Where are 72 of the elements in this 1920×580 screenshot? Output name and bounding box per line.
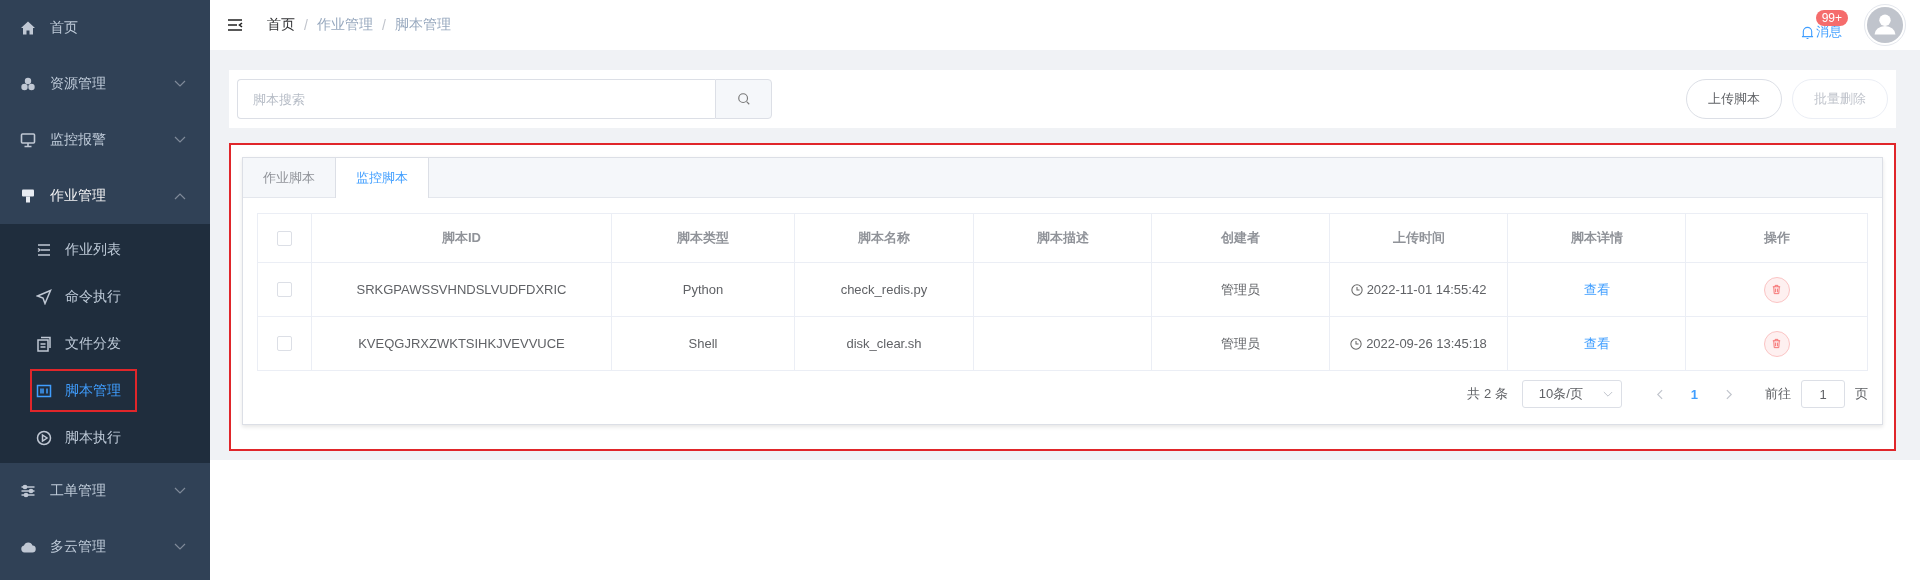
total-count: 共 2 条 bbox=[1467, 385, 1508, 403]
previous-page-icon[interactable] bbox=[1655, 388, 1663, 400]
submenu-item[interactable]: 作业列表 bbox=[30, 228, 137, 271]
search-icon bbox=[736, 92, 751, 106]
table-cell: Python bbox=[682, 282, 724, 297]
page-size-select[interactable]: 10条/页 bbox=[1521, 380, 1622, 408]
checkbox[interactable] bbox=[277, 336, 292, 351]
table-cell: 2022-09-26 13:45:18 bbox=[1366, 336, 1487, 351]
user-avatar[interactable] bbox=[1864, 4, 1906, 46]
search-button[interactable] bbox=[715, 79, 772, 119]
submenu-item[interactable]: 命令执行 bbox=[30, 275, 137, 318]
menu-item[interactable]: 监控报警 bbox=[0, 112, 210, 168]
column-header: 创建者 bbox=[1221, 229, 1260, 247]
upload-button[interactable]: 上传脚本 bbox=[1686, 79, 1782, 119]
checkbox[interactable] bbox=[277, 230, 292, 246]
next-page-icon[interactable] bbox=[1726, 388, 1733, 400]
search-field[interactable]: 脚本搜索 bbox=[237, 79, 715, 119]
trash-icon bbox=[1771, 338, 1782, 349]
table-cell: 2022-11-01 14:55:42 bbox=[1366, 282, 1487, 297]
notification-badge: 99+ bbox=[1815, 10, 1848, 26]
delete-button[interactable] bbox=[1763, 330, 1790, 357]
paint-roller-icon bbox=[20, 188, 36, 204]
submenu-item[interactable]: 文件分发 bbox=[30, 322, 137, 365]
clock-icon bbox=[1350, 283, 1363, 296]
monitor-icon bbox=[20, 132, 36, 148]
table-cell: KVEQGJRXZWKTSIHKJVEVVUCE bbox=[358, 336, 565, 351]
chevron-up-icon bbox=[174, 192, 186, 200]
menu-item[interactable]: 多云管理 bbox=[0, 519, 210, 575]
column-header: 脚本详情 bbox=[1570, 229, 1623, 247]
copy-icon bbox=[36, 335, 52, 352]
goto-label: 前往 bbox=[1765, 385, 1791, 403]
page-input[interactable]: 1 bbox=[1801, 380, 1845, 408]
column-header: 脚本ID bbox=[442, 229, 481, 247]
menu-item[interactable]: 资源管理 bbox=[0, 56, 210, 112]
chevron-down-icon bbox=[174, 543, 186, 551]
submenu-item[interactable]: 脚本执行 bbox=[30, 416, 137, 459]
chevron-down-icon bbox=[174, 80, 186, 88]
trash-icon bbox=[1771, 284, 1782, 295]
clock-icon bbox=[1350, 337, 1363, 350]
breadcrumb-link[interactable]: 首页 bbox=[267, 16, 295, 34]
checkbox[interactable] bbox=[277, 282, 292, 297]
table-cell: SRKGPAWSSVHNDSLVUDFDXRIC bbox=[356, 282, 567, 297]
column-header: 上传时间 bbox=[1392, 229, 1445, 247]
table-cell: disk_clear.sh bbox=[846, 336, 922, 351]
chevron-down-icon bbox=[1602, 390, 1613, 398]
table-cell: check_redis.py bbox=[840, 282, 928, 297]
column-header: 脚本名称 bbox=[858, 229, 910, 247]
column-header: 操作 bbox=[1763, 229, 1790, 247]
play-icon bbox=[36, 429, 52, 446]
column-header: 脚本类型 bbox=[677, 229, 729, 247]
page-suffix: 页 bbox=[1855, 385, 1868, 403]
table-cell: 管理员 bbox=[1221, 280, 1260, 299]
table-cell: 管理员 bbox=[1221, 334, 1260, 353]
menu-item[interactable]: 工单管理 bbox=[0, 463, 210, 519]
breadcrumb-separator: / bbox=[381, 17, 386, 33]
bell-icon bbox=[1801, 24, 1814, 40]
terminal-icon bbox=[36, 382, 52, 399]
menu-item[interactable]: 首页 bbox=[0, 0, 210, 56]
chevron-down-icon bbox=[174, 136, 186, 144]
table-cell: Shell bbox=[688, 336, 718, 351]
cubes-icon bbox=[20, 76, 36, 92]
delete-button[interactable] bbox=[1763, 276, 1790, 303]
send-icon bbox=[36, 288, 52, 305]
list-icon bbox=[36, 241, 52, 258]
home-icon bbox=[20, 20, 36, 36]
column-header: 脚本描述 bbox=[1036, 229, 1089, 247]
menu-fold-icon[interactable] bbox=[227, 18, 243, 32]
menu-item[interactable]: 作业管理 bbox=[0, 168, 210, 224]
breadcrumb-separator: / bbox=[304, 17, 308, 33]
submenu-item[interactable]: 脚本管理 bbox=[30, 369, 137, 412]
chevron-down-icon bbox=[174, 487, 186, 495]
sliders-icon bbox=[20, 483, 36, 499]
